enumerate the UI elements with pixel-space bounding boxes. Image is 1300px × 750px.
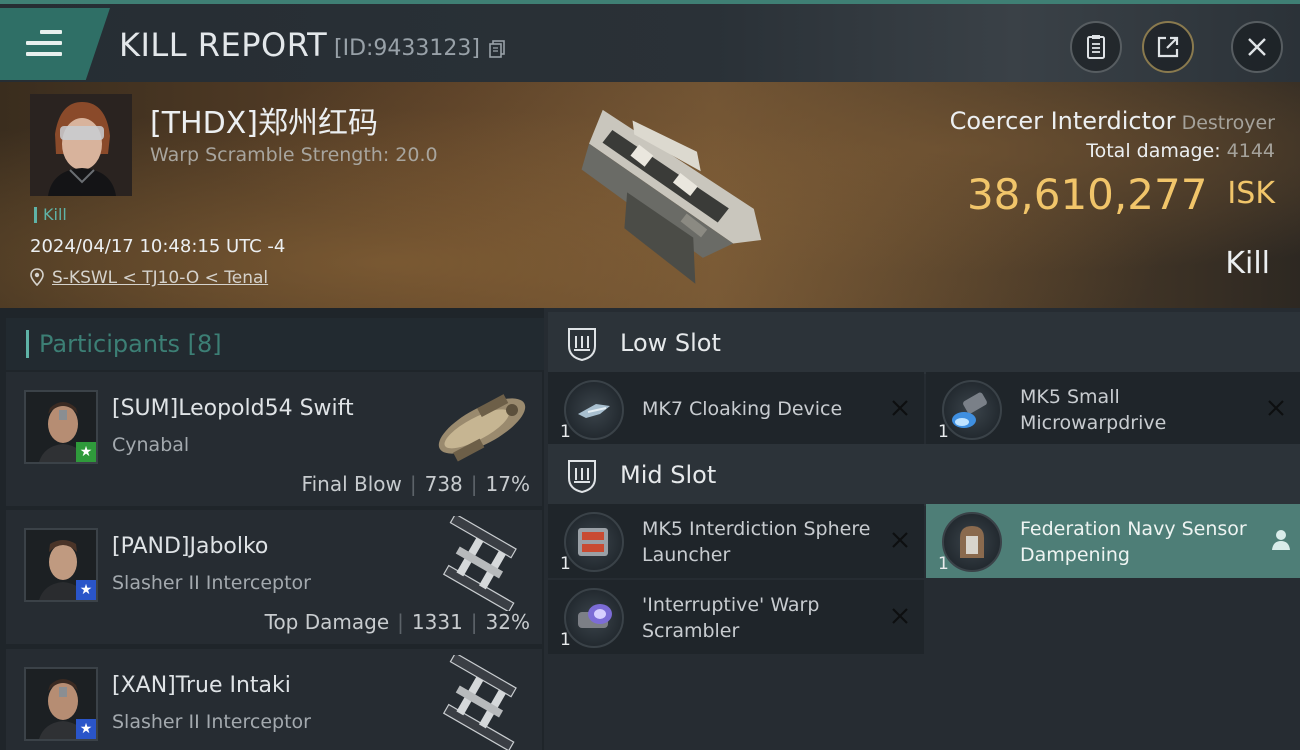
- module-name: MK5 Interdiction Sphere Launcher: [642, 518, 871, 566]
- total-damage-label: Total damage:: [1086, 140, 1221, 162]
- microwarpdrive-icon: [942, 380, 1002, 440]
- menu-button[interactable]: [0, 8, 110, 80]
- module-quantity: 1: [560, 554, 571, 574]
- menu-icon: [26, 30, 62, 60]
- low-slot-header: Low Slot: [548, 312, 1300, 374]
- module-quantity: 1: [560, 422, 571, 442]
- participant-ship-image[interactable]: [424, 378, 539, 473]
- kill-timestamp: 2024/04/17 10:48:15 UTC -4: [30, 236, 286, 257]
- remove-icon[interactable]: [1266, 398, 1286, 418]
- module-quantity: 1: [560, 630, 571, 650]
- report-id: [ID:9433123]: [334, 36, 480, 61]
- cloaking-device-icon: [564, 380, 624, 440]
- participants-panel: Participants [8] ★ [SUM]Leopold54 Swift …: [0, 308, 544, 750]
- isk-value: 38,610,277 ISK: [967, 170, 1275, 219]
- stat-label: Final Blow: [301, 472, 402, 496]
- total-damage: Total damage: 4144: [1086, 140, 1275, 162]
- module-name: Federation Navy Sensor Dampening: [1020, 518, 1247, 566]
- remove-icon[interactable]: [890, 398, 910, 418]
- participant-ship: Slasher II Interceptor: [112, 572, 311, 594]
- module-item[interactable]: 1 MK7 Cloaking Device: [548, 372, 924, 446]
- interdiction-launcher-icon: [564, 512, 624, 572]
- participants-title: Participants [8]: [26, 330, 222, 358]
- top-bar: KILL REPORT [ID:9433123]: [0, 0, 1300, 82]
- participants-header: Participants [8]: [6, 318, 544, 370]
- total-damage-value: 4144: [1226, 140, 1275, 162]
- remove-icon[interactable]: [890, 606, 910, 626]
- close-button[interactable]: [1231, 21, 1283, 73]
- participant-stats: Final Blow | 738 | 17%: [301, 472, 530, 496]
- star-badge-icon: ★: [76, 719, 96, 739]
- victim-ship-image[interactable]: [540, 94, 780, 304]
- location-link[interactable]: S-KSWL < TJ10-O < Tenal: [30, 268, 268, 288]
- close-icon: [1248, 38, 1266, 56]
- participants-title-text: Participants: [39, 330, 180, 358]
- victim-avatar: [30, 94, 132, 196]
- module-item[interactable]: 1 MK5 Interdiction Sphere Launcher: [548, 504, 924, 578]
- participant-ship-image[interactable]: [424, 516, 539, 611]
- participant-stats: Top Damage | 1331 | 32%: [264, 610, 530, 634]
- participant-avatar[interactable]: ★: [24, 667, 98, 741]
- participant-name[interactable]: [XAN]True Intaki: [112, 673, 291, 698]
- participant-name[interactable]: [SUM]Leopold54 Swift: [112, 396, 354, 421]
- participant-avatar[interactable]: ★: [24, 390, 98, 464]
- stat-percent: 17%: [485, 472, 530, 496]
- location-pin-icon: [30, 268, 44, 286]
- stat-label: Top Damage: [264, 610, 390, 634]
- victim-name[interactable]: [THDX]郑州红码: [150, 98, 378, 142]
- module-item[interactable]: 1 MK5 Small Microwarpdrive: [926, 372, 1300, 446]
- participant-row[interactable]: ★ [PAND]Jabolko Slasher II Interceptor T…: [6, 510, 542, 644]
- star-badge-icon: ★: [76, 442, 96, 462]
- participant-ship-image[interactable]: [424, 655, 539, 750]
- module-quantity: 1: [938, 422, 949, 442]
- remove-icon[interactable]: [890, 530, 910, 550]
- participant-ship: Slasher II Interceptor: [112, 711, 311, 733]
- clipboard-icon: [1087, 35, 1105, 59]
- result-label: Kill: [1225, 246, 1270, 281]
- share-button[interactable]: [1142, 21, 1194, 73]
- isk-amount: 38,610,277: [966, 170, 1208, 219]
- kill-summary: [THDX]郑州红码 Warp Scramble Strength: 20.0 …: [0, 82, 1300, 308]
- participant-ship: Cynabal: [112, 434, 190, 456]
- victim-stat: Warp Scramble Strength: 20.0: [150, 144, 438, 166]
- module-quantity: 1: [938, 554, 949, 574]
- victim-ship-name[interactable]: Coercer Interdictor Destroyer: [950, 107, 1275, 135]
- mid-slot-title: Mid Slot: [620, 461, 717, 489]
- star-badge-icon: ★: [76, 580, 96, 600]
- isk-unit: ISK: [1227, 176, 1275, 211]
- ship-class: Destroyer: [1181, 112, 1275, 134]
- share-icon: [1157, 36, 1179, 58]
- mid-slot-header: Mid Slot: [548, 444, 1300, 506]
- low-slot-title: Low Slot: [620, 329, 721, 357]
- ship-name-text: Coercer Interdictor: [949, 107, 1176, 135]
- warp-scrambler-icon: [564, 588, 624, 648]
- module-name: MK7 Cloaking Device: [642, 398, 843, 420]
- victim-portrait[interactable]: [30, 94, 132, 196]
- kill-tag: Kill: [34, 207, 67, 223]
- participant-avatar[interactable]: ★: [24, 528, 98, 602]
- low-slot-icon: [568, 328, 596, 362]
- participant-name[interactable]: [PAND]Jabolko: [112, 534, 268, 559]
- module-name: 'Interruptive' Warp Scrambler: [642, 594, 820, 642]
- person-icon[interactable]: [1270, 528, 1292, 552]
- module-item-selected[interactable]: 1 Federation Navy Sensor Dampening: [926, 504, 1300, 578]
- module-item[interactable]: 1 'Interruptive' Warp Scrambler: [548, 580, 924, 654]
- participants-count: [8]: [187, 330, 222, 358]
- stat-percent: 32%: [485, 610, 530, 634]
- fittings-panel: Low Slot 1 MK7 Cloaking Device 1 MK5 Sma…: [544, 308, 1300, 750]
- copy-icon[interactable]: [488, 40, 506, 58]
- sensor-dampener-icon: [942, 512, 1002, 572]
- page-title: KILL REPORT: [119, 26, 328, 64]
- mid-slot-icon: [568, 460, 596, 494]
- participant-row[interactable]: ★ [XAN]True Intaki Slasher II Intercepto…: [6, 649, 542, 750]
- stat-damage: 738: [424, 472, 463, 496]
- module-name: MK5 Small Microwarpdrive: [1020, 386, 1167, 434]
- location-text[interactable]: S-KSWL < TJ10-O < Tenal: [52, 268, 268, 288]
- participant-row[interactable]: ★ [SUM]Leopold54 Swift Cynabal Final Blo…: [6, 372, 542, 506]
- clipboard-button[interactable]: [1070, 21, 1122, 73]
- stat-damage: 1331: [411, 610, 463, 634]
